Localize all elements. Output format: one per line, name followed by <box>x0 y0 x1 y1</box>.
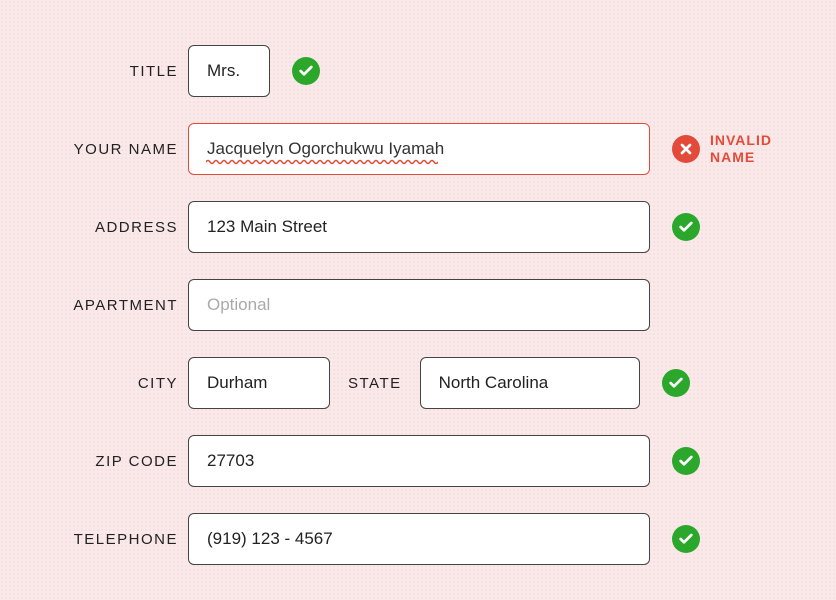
status-address <box>672 213 792 241</box>
row-zip: ZIP CODE <box>40 434 796 488</box>
city-input[interactable] <box>188 357 330 409</box>
telephone-input[interactable] <box>188 513 650 565</box>
check-icon <box>292 57 320 85</box>
label-apartment: APARTMENT <box>40 297 188 314</box>
apartment-input[interactable] <box>188 279 650 331</box>
row-address: ADDRESS <box>40 200 796 254</box>
status-title <box>292 57 412 85</box>
check-icon <box>662 369 690 397</box>
error-text-name: INVALID NAME <box>710 132 792 166</box>
state-input[interactable] <box>420 357 640 409</box>
title-input[interactable] <box>188 45 270 97</box>
zip-input[interactable] <box>188 435 650 487</box>
address-form: TITLE YOUR NAME <box>0 0 836 596</box>
label-telephone: TELEPHONE <box>40 531 188 548</box>
name-input[interactable] <box>188 123 650 175</box>
status-city-state <box>662 369 782 397</box>
label-city: CITY <box>40 375 188 392</box>
row-title: TITLE <box>40 44 796 98</box>
label-state: STATE <box>348 375 402 392</box>
row-city-state: CITY STATE <box>40 356 796 410</box>
check-icon <box>672 213 700 241</box>
label-name: YOUR NAME <box>40 141 188 158</box>
check-icon <box>672 447 700 475</box>
row-telephone: TELEPHONE <box>40 512 796 566</box>
address-input[interactable] <box>188 201 650 253</box>
row-apartment: APARTMENT <box>40 278 796 332</box>
label-zip: ZIP CODE <box>40 453 188 470</box>
status-name: INVALID NAME <box>672 132 792 166</box>
x-icon <box>672 135 700 163</box>
label-address: ADDRESS <box>40 219 188 236</box>
row-name: YOUR NAME INVALID NAME <box>40 122 796 176</box>
check-icon <box>672 525 700 553</box>
label-title: TITLE <box>40 63 188 80</box>
status-zip <box>672 447 792 475</box>
status-telephone <box>672 525 792 553</box>
